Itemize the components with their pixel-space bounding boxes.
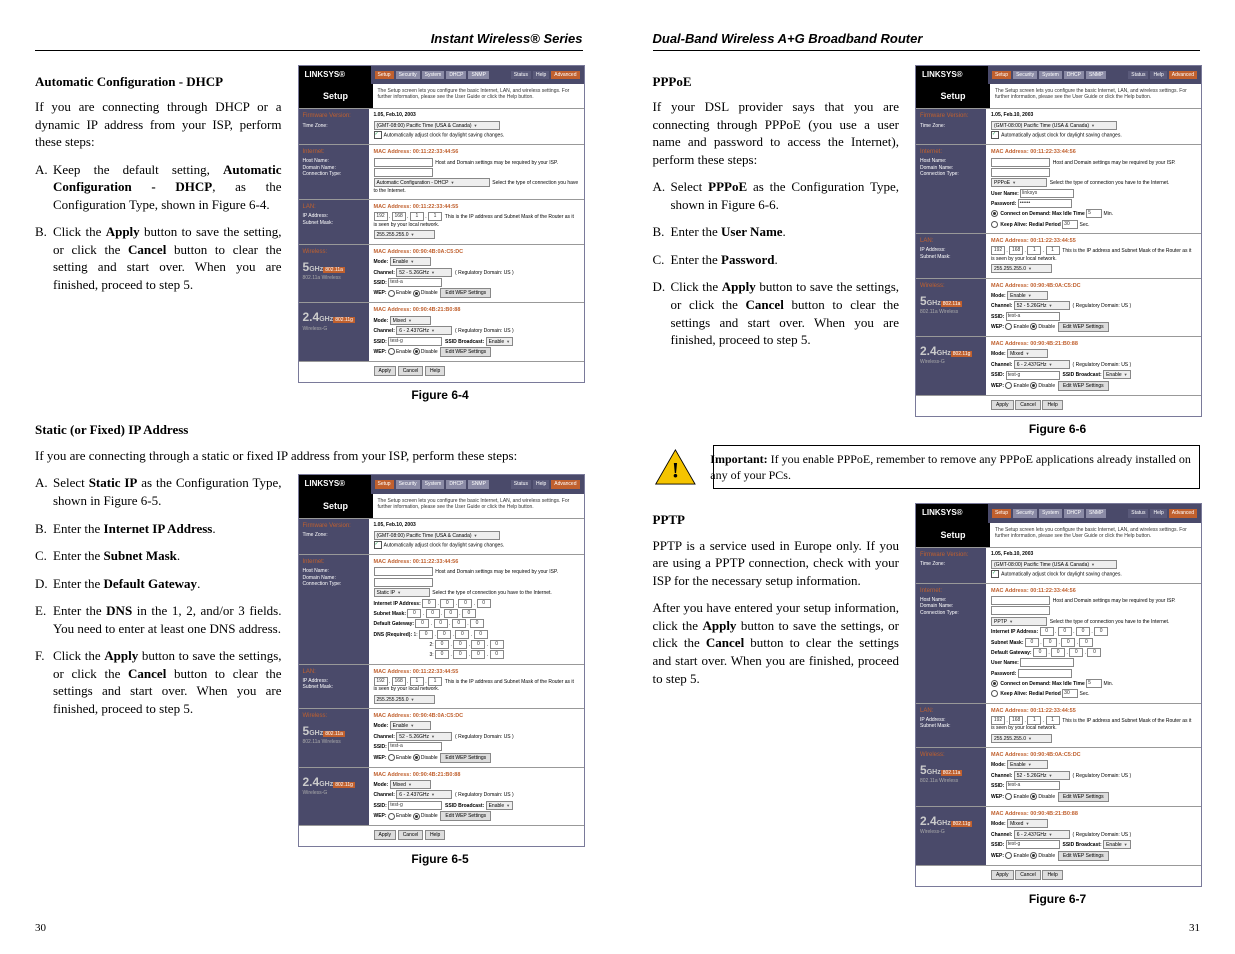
step-text: Click the Apply button to save the setti… [53, 223, 282, 293]
pptp-p1: PPTP is a service used in Europe only. I… [653, 537, 900, 590]
dhcp-steps: A.Keep the default setting, Automatic Co… [35, 161, 282, 294]
pptp-p2: After you have entered your setup inform… [653, 599, 900, 687]
pppoe-intro: If your DSL provider says that you are c… [653, 98, 900, 168]
figure-caption: Figure 6-5 [298, 851, 583, 867]
step-text: Keep the default setting, Automatic Conf… [53, 161, 282, 214]
figure-caption: Figure 6-7 [915, 891, 1200, 907]
static-intro: If you are connecting through a static o… [35, 447, 583, 465]
pppoe-title: PPPoE [653, 73, 900, 91]
figure-6-7: LINKSYS® SetupSecuritySystemDHCPSNMP Sta… [915, 503, 1200, 886]
warning-icon: ! [654, 446, 697, 488]
pptp-title: PPTP [653, 511, 900, 529]
page-number: 30 [35, 921, 46, 936]
figure-6-6: LINKSYS® SetupSecuritySystemDHCPSNMP Sta… [915, 65, 1200, 417]
step-marker: A. [35, 161, 53, 214]
page-number: 31 [1189, 921, 1200, 936]
pppoe-steps: A.Select PPPoE as the Configuration Type… [653, 178, 900, 348]
figure-6-5: LINKSYS® SetupSecuritySystemDHCPSNMP Sta… [298, 474, 583, 847]
page-header-left: Instant Wireless® Series [35, 30, 583, 51]
static-steps: A.Select Static IP as the Configuration … [35, 474, 282, 717]
figure-caption: Figure 6-4 [298, 387, 583, 403]
important-label: Important: [710, 452, 767, 466]
figure-caption: Figure 6-6 [915, 421, 1200, 437]
static-title: Static (or Fixed) IP Address [35, 421, 583, 439]
svg-text:!: ! [671, 457, 678, 482]
step-marker: B. [35, 223, 53, 293]
dhcp-intro: If you are connecting through DHCP or a … [35, 98, 282, 151]
figure-6-4: LINKSYS® SetupSecuritySystemDHCPSNMP Sta… [298, 65, 583, 384]
important-callout: ! Important: If you enable PPPoE, rememb… [713, 445, 1201, 489]
important-text: If you enable PPPoE, remember to remove … [710, 452, 1191, 482]
page-header-right: Dual-Band Wireless A+G Broadband Router [653, 30, 1201, 51]
dhcp-title: Automatic Configuration - DHCP [35, 73, 282, 91]
